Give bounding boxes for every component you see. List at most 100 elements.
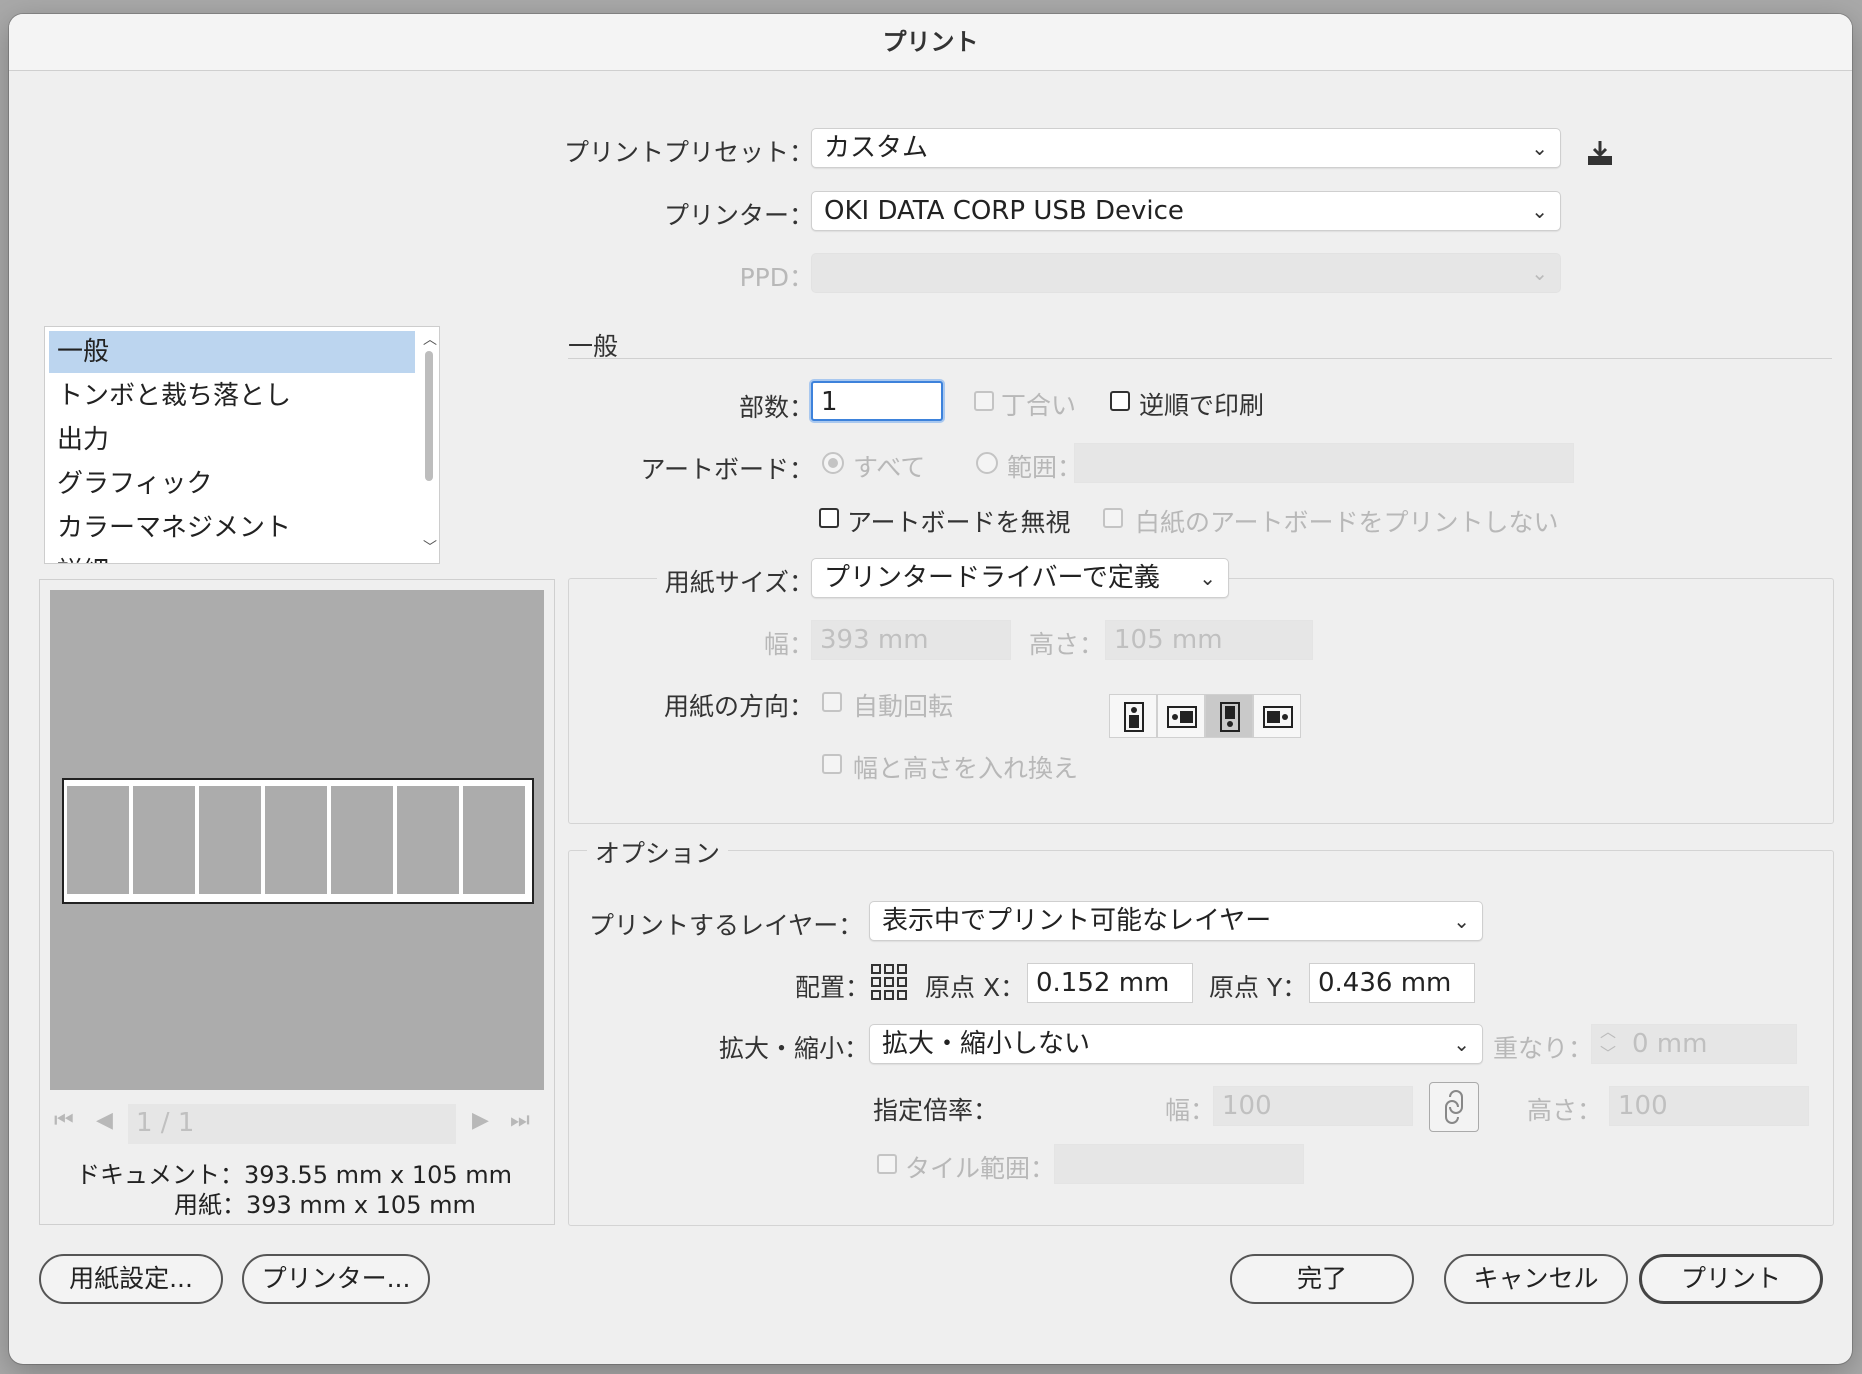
artboard-all-label: すべて [853,453,926,482]
skip-blank-checkbox [1103,508,1123,528]
print-button[interactable]: プリント [1639,1254,1823,1304]
sidebar-item-advanced[interactable]: 詳細 [49,551,415,563]
page-indicator: 1 / 1 [128,1104,456,1144]
artboard-range-radio [976,452,998,474]
paper-width-label: 幅： [763,630,814,659]
scaling-select[interactable]: 拡大・縮小しない ⌄ [869,1024,1483,1064]
copies-input[interactable]: 1 [811,381,943,421]
skip-blank-label: 白紙のアートボードをプリントしない [1135,508,1559,537]
printer-label: プリンター： [663,201,814,230]
transverse-checkbox [822,754,842,774]
chevron-down-icon: ⌄ [1453,1032,1470,1056]
print-preview: ⏮ ◀ 1 / 1 ▶ ⏭ ドキュメント：393.55 mm x 105 mm … [39,579,555,1225]
preset-label: プリントプリセット： [563,138,814,167]
sidebar-item-output[interactable]: 出力 [49,419,415,461]
chevron-down-icon: ⌄ [1453,909,1470,933]
chevron-down-icon: ⌄ [1531,199,1548,223]
list-scrollbar[interactable]: ︿ ﹀ [423,332,437,556]
preset-select[interactable]: カスタム ⌄ [811,128,1561,168]
chevron-down-icon: ⌄ [1199,566,1216,590]
printer-button[interactable]: プリンター... [242,1254,430,1304]
category-list[interactable]: 一般 トンボと裁ち落とし 出力 グラフィック カラーマネジメント 詳細 ︿ ﹀ [44,326,440,564]
print-dialog: プリント プリントプリセット： カスタム ⌄ プリンター： OKI DATA C… [9,14,1852,1364]
done-button[interactable]: 完了 [1230,1254,1414,1304]
stepper-arrows-icon: ︿ ﹀ [1600,1022,1617,1063]
sidebar-item-marks-bleed[interactable]: トンボと裁ち落とし [49,375,415,417]
prev-page-icon: ◀ [96,1108,113,1133]
orientation-reverse-landscape-button[interactable] [1253,694,1301,738]
last-page-icon: ⏭ [510,1108,530,1133]
preview-panel [265,786,327,894]
origin-y-input[interactable]: 0.436 mm [1309,963,1475,1003]
preview-panel [199,786,261,894]
collate-label: 丁合い [1001,391,1077,420]
section-divider [568,358,1832,359]
scale-height-input: 100 [1609,1086,1809,1126]
orientation-label: 用紙の方向： [663,692,814,721]
paper-width-input: 393 mm [811,620,1011,660]
cancel-button[interactable]: キャンセル [1444,1254,1628,1304]
transverse-label: 幅と高さを入れ換え [853,754,1079,783]
tile-range-label: タイル範囲： [905,1154,1056,1183]
first-page-icon: ⏮ [54,1108,74,1133]
paper-size-info: 用紙：393 mm x 105 mm [174,1191,476,1219]
ignore-artboards-checkbox[interactable] [819,508,839,528]
overlap-value: 0 mm [1632,1029,1708,1059]
paper-height-label: 高さ： [1029,630,1105,659]
sidebar-item-general[interactable]: 一般 [49,331,415,373]
ppd-select: ⌄ [811,253,1561,293]
scale-width-label: 幅： [1165,1096,1216,1125]
reverse-order-checkbox[interactable] [1110,391,1130,411]
origin-x-label: 原点 X： [925,973,1026,1002]
tile-range-input [1054,1144,1304,1184]
origin-x-input[interactable]: 0.152 mm [1027,963,1193,1003]
save-preset-icon[interactable] [1585,138,1615,168]
artboard-all-radio [822,452,844,474]
next-page-icon: ▶ [472,1108,489,1133]
scroll-thumb[interactable] [425,351,433,481]
artboard-label: アートボード： [640,455,814,484]
preview-panel [331,786,393,894]
overlap-stepper: ︿ ﹀ 0 mm [1591,1022,1797,1064]
ppd-label: PPD： [739,263,814,292]
tile-range-checkbox [877,1154,897,1174]
printer-value: OKI DATA CORP USB Device [824,196,1184,226]
preview-panel [133,786,195,894]
printer-select[interactable]: OKI DATA CORP USB Device ⌄ [811,191,1561,231]
page-setup-button[interactable]: 用紙設定... [39,1254,223,1304]
scale-width-input: 100 [1213,1086,1413,1126]
origin-y-label: 原点 Y： [1209,973,1308,1002]
sidebar-item-graphics[interactable]: グラフィック [49,463,415,505]
dialog-title: プリント [9,14,1852,71]
custom-scale-label: 指定倍率： [873,1096,999,1125]
orientation-landscape-button[interactable] [1157,694,1205,738]
preview-page [62,778,534,904]
copies-label: 部数： [738,393,814,422]
chevron-down-icon: ⌄ [1531,136,1548,160]
orientation-reverse-portrait-button[interactable] [1205,694,1253,738]
overlap-label: 重なり： [1493,1034,1594,1063]
scroll-up-icon[interactable]: ︿ [423,329,437,349]
scaling-value: 拡大・縮小しない [882,1029,1091,1059]
scroll-down-icon[interactable]: ﹀ [423,537,437,557]
scale-height-label: 高さ： [1527,1096,1603,1125]
paper-size-label: 用紙サイズ： [656,563,814,599]
chevron-down-icon: ⌄ [1531,261,1548,285]
paper-size-select[interactable]: プリンタードライバーで定義 ⌄ [811,558,1229,598]
ignore-artboards-label: アートボードを無視 [847,508,1071,537]
preset-value: カスタム [824,133,929,163]
options-section-title: オプション [587,834,729,870]
sidebar-item-color-management[interactable]: カラーマネジメント [49,507,415,549]
auto-rotate-label: 自動回転 [853,692,954,721]
link-icon [1445,1090,1463,1124]
placement-label: 配置： [795,973,871,1002]
preview-panel [397,786,459,894]
auto-rotate-checkbox [822,692,842,712]
reverse-order-label: 逆順で印刷 [1139,391,1265,420]
artboard-range-input [1074,443,1574,483]
layers-select[interactable]: 表示中でプリント可能なレイヤー ⌄ [869,901,1483,941]
placement-grid-icon[interactable] [869,962,909,1002]
layers-label: プリントするレイヤー： [589,911,864,940]
orientation-portrait-button[interactable] [1109,694,1157,738]
preview-panel [67,786,129,894]
